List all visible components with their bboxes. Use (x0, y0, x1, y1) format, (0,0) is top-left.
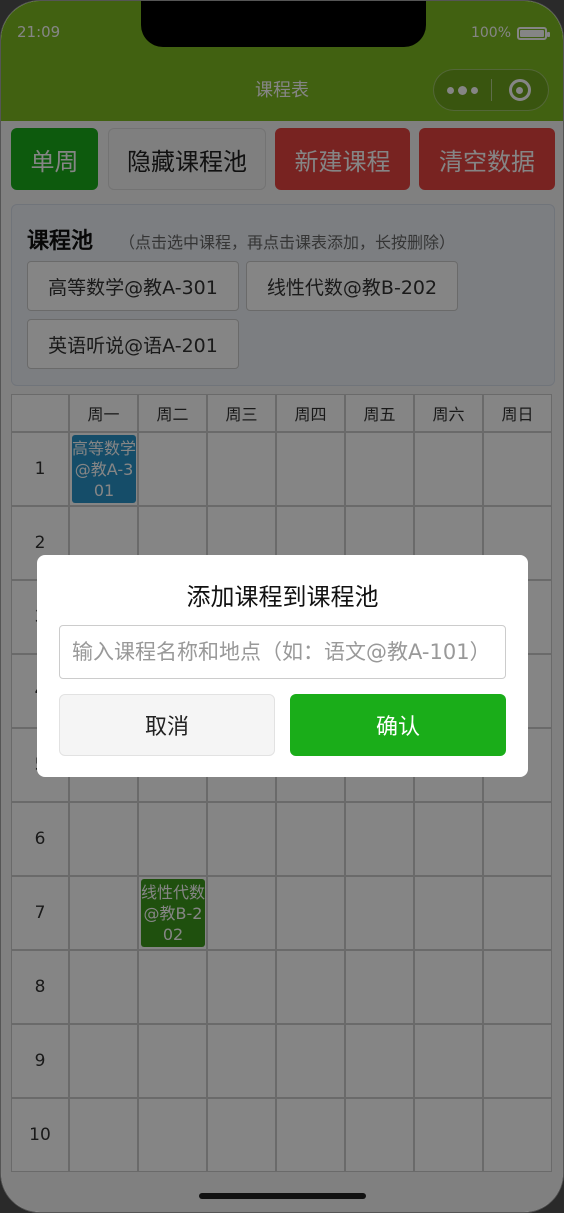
course-name-input[interactable] (59, 625, 506, 679)
confirm-button[interactable]: 确认 (290, 694, 506, 756)
cancel-button[interactable]: 取消 (59, 694, 275, 756)
add-course-dialog: 添加课程到课程池 取消 确认 (37, 555, 528, 777)
phone-screen: 21:09 100% 课程表 单周 隐藏课程池 新建课程 清空数据 课程池 （点… (0, 0, 564, 1213)
home-indicator (199, 1193, 366, 1199)
dialog-title: 添加课程到课程池 (186, 583, 379, 611)
